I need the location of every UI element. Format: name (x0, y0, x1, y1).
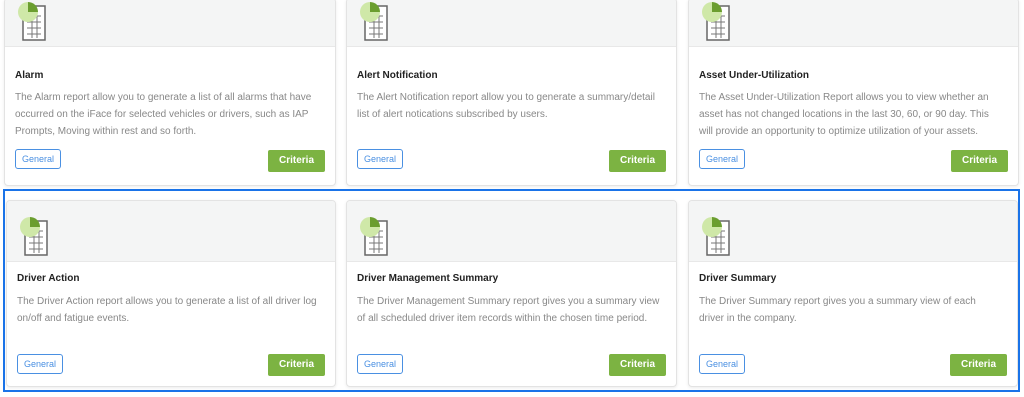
category-tag-general[interactable]: General (699, 354, 746, 374)
card-description: The Asset Under-Utilization Report allow… (699, 92, 989, 137)
card-description: The Driver Management Summary report giv… (357, 296, 660, 324)
report-card-alert-notification: Alert Notification The Alert Notificatio… (346, 0, 677, 186)
report-card-driver-action: Driver Action The Driver Action report a… (6, 200, 336, 387)
category-tag-general[interactable]: General (699, 149, 746, 169)
criteria-button[interactable]: Criteria (268, 354, 325, 376)
card-header (7, 201, 335, 262)
report-card-driver-summary: Driver Summary The Driver Summary report… (688, 200, 1018, 387)
card-title: Alarm (15, 70, 44, 81)
category-tag-general[interactable]: General (17, 354, 64, 374)
card-title: Asset Under-Utilization (699, 70, 810, 81)
report-spreadsheet-icon (702, 2, 730, 41)
category-tag-general[interactable]: General (15, 149, 62, 169)
report-spreadsheet-icon (20, 217, 48, 256)
report-spreadsheet-icon (360, 217, 388, 256)
card-title: Driver Management Summary (357, 273, 499, 284)
card-description: The Driver Action report allows you to g… (17, 296, 317, 324)
report-card-asset-under-utilization: Asset Under-Utilization The Asset Under-… (688, 0, 1019, 186)
criteria-button[interactable]: Criteria (268, 150, 325, 172)
card-description: The Alarm report allow you to generate a… (15, 92, 312, 137)
card-description: The Alert Notification report allow you … (357, 92, 655, 120)
report-card-driver-management-summary: Driver Management Summary The Driver Man… (346, 200, 677, 387)
card-header (689, 201, 1017, 262)
card-header (347, 201, 676, 262)
card-title: Alert Notification (357, 70, 438, 81)
card-header (347, 0, 676, 47)
criteria-button[interactable]: Criteria (609, 354, 666, 376)
card-description: The Driver Summary report gives you a su… (699, 296, 976, 324)
category-tag-general[interactable]: General (357, 354, 404, 374)
card-title: Driver Action (17, 273, 80, 284)
criteria-button[interactable]: Criteria (609, 150, 666, 172)
card-title: Driver Summary (699, 273, 777, 284)
card-header (5, 0, 335, 47)
report-spreadsheet-icon (18, 2, 46, 41)
criteria-button[interactable]: Criteria (951, 150, 1008, 172)
card-header (689, 0, 1018, 47)
criteria-button[interactable]: Criteria (950, 354, 1007, 376)
report-spreadsheet-icon (360, 2, 388, 41)
report-spreadsheet-icon (702, 217, 730, 256)
report-card-alarm: Alarm The Alarm report allow you to gene… (4, 0, 336, 186)
category-tag-general[interactable]: General (357, 149, 404, 169)
